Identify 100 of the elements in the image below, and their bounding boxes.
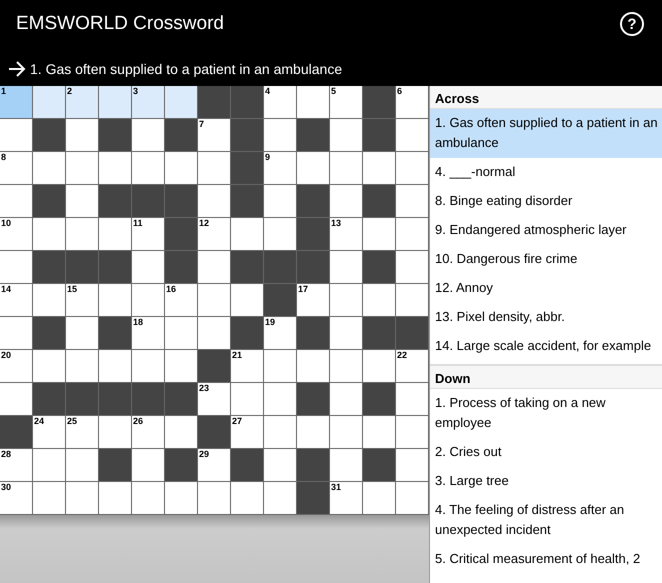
grid-cell[interactable] [33,449,66,482]
grid-cell[interactable] [297,416,330,449]
grid-cell[interactable] [132,482,165,515]
grid-cell[interactable] [165,482,198,515]
grid-cell[interactable] [66,350,99,383]
help-button[interactable]: ? [620,12,644,36]
grid-cell[interactable] [66,218,99,251]
grid-cell[interactable] [330,284,363,317]
grid-cell[interactable] [0,185,33,218]
grid-cell[interactable] [66,119,99,152]
grid-cell[interactable] [396,218,429,251]
clue-item[interactable]: 1. Process of taking on a new employee [430,389,662,438]
grid-cell[interactable] [330,251,363,284]
grid-cell[interactable] [264,218,297,251]
grid-cell[interactable]: 11 [132,218,165,251]
grid-cell[interactable] [33,284,66,317]
clue-item[interactable]: 4. The feeling of distress after an unexpected incident [430,496,662,545]
grid-cell[interactable]: 15 [66,284,99,317]
clue-item[interactable]: 5. Critical measurement of health, 2 [430,545,662,574]
grid-cell[interactable] [99,86,132,119]
grid-cell[interactable] [396,482,429,515]
grid-cell[interactable] [330,317,363,350]
clue-item[interactable]: 3. Large tree [430,467,662,496]
grid-cell[interactable]: 22 [396,350,429,383]
grid-cell[interactable]: 17 [297,284,330,317]
grid-cell[interactable]: 10 [0,218,33,251]
grid-cell[interactable] [198,251,231,284]
grid-cell[interactable] [330,185,363,218]
grid-cell[interactable]: 20 [0,350,33,383]
grid-cell[interactable]: 26 [132,416,165,449]
clue-item[interactable]: 4. ___-normal [430,158,662,187]
grid-cell[interactable]: 7 [198,119,231,152]
grid-cell[interactable]: 21 [231,350,264,383]
grid-cell[interactable] [99,350,132,383]
grid-cell[interactable] [231,383,264,416]
grid-cell[interactable] [363,482,396,515]
grid-cell[interactable] [297,152,330,185]
grid-cell[interactable] [165,317,198,350]
grid-cell[interactable] [33,86,66,119]
grid-cell[interactable]: 8 [0,152,33,185]
grid-cell[interactable] [33,218,66,251]
grid-cell[interactable]: 31 [330,482,363,515]
grid-cell[interactable] [165,416,198,449]
grid-cell[interactable] [330,383,363,416]
grid-cell[interactable] [396,152,429,185]
grid-cell[interactable] [264,449,297,482]
grid-cell[interactable] [165,350,198,383]
grid-cell[interactable] [198,317,231,350]
grid-cell[interactable]: 29 [198,449,231,482]
grid-cell[interactable] [363,416,396,449]
grid-cell[interactable] [132,449,165,482]
grid-cell[interactable] [198,152,231,185]
grid-cell[interactable] [165,86,198,119]
grid-cell[interactable] [66,185,99,218]
grid-cell[interactable] [330,449,363,482]
grid-cell[interactable] [363,284,396,317]
grid-cell[interactable] [99,482,132,515]
grid-cell[interactable] [363,350,396,383]
grid-cell[interactable] [132,251,165,284]
grid-cell[interactable] [264,119,297,152]
grid-cell[interactable] [231,482,264,515]
grid-cell[interactable] [264,383,297,416]
grid-cell[interactable]: 28 [0,449,33,482]
grid-cell[interactable]: 23 [198,383,231,416]
grid-cell[interactable] [396,416,429,449]
grid-cell[interactable]: 6 [396,86,429,119]
grid-cell[interactable] [231,284,264,317]
grid-cell[interactable]: 12 [198,218,231,251]
grid-cell[interactable] [66,152,99,185]
grid-cell[interactable] [198,482,231,515]
grid-cell[interactable] [132,350,165,383]
grid-cell[interactable] [132,284,165,317]
grid-cell[interactable] [363,152,396,185]
grid-cell[interactable] [330,119,363,152]
grid-cell[interactable]: 13 [330,218,363,251]
grid-cell[interactable] [396,251,429,284]
grid-cell[interactable] [33,482,66,515]
grid-cell[interactable]: 14 [0,284,33,317]
clue-item[interactable]: 12. Annoy [430,274,662,303]
grid-cell[interactable]: 19 [264,317,297,350]
grid-cell[interactable] [132,152,165,185]
grid-cell[interactable] [330,350,363,383]
grid-cell[interactable] [198,284,231,317]
grid-cell[interactable]: 5 [330,86,363,119]
grid-cell[interactable]: 24 [33,416,66,449]
grid-cell[interactable] [330,152,363,185]
grid-cell[interactable] [396,185,429,218]
grid-cell[interactable] [264,416,297,449]
grid-cell[interactable] [66,317,99,350]
grid-cell[interactable] [198,185,231,218]
grid-cell[interactable] [0,251,33,284]
clue-item[interactable]: 8. Binge eating disorder [430,187,662,216]
clue-item[interactable]: 14. Large scale accident, for example [430,332,662,361]
grid-cell[interactable] [66,482,99,515]
grid-cell[interactable] [264,482,297,515]
grid-cell[interactable]: 30 [0,482,33,515]
grid-cell[interactable] [396,119,429,152]
grid-cell[interactable] [396,383,429,416]
clue-item[interactable]: 9. Endangered atmospheric layer [430,216,662,245]
grid-cell[interactable]: 9 [264,152,297,185]
